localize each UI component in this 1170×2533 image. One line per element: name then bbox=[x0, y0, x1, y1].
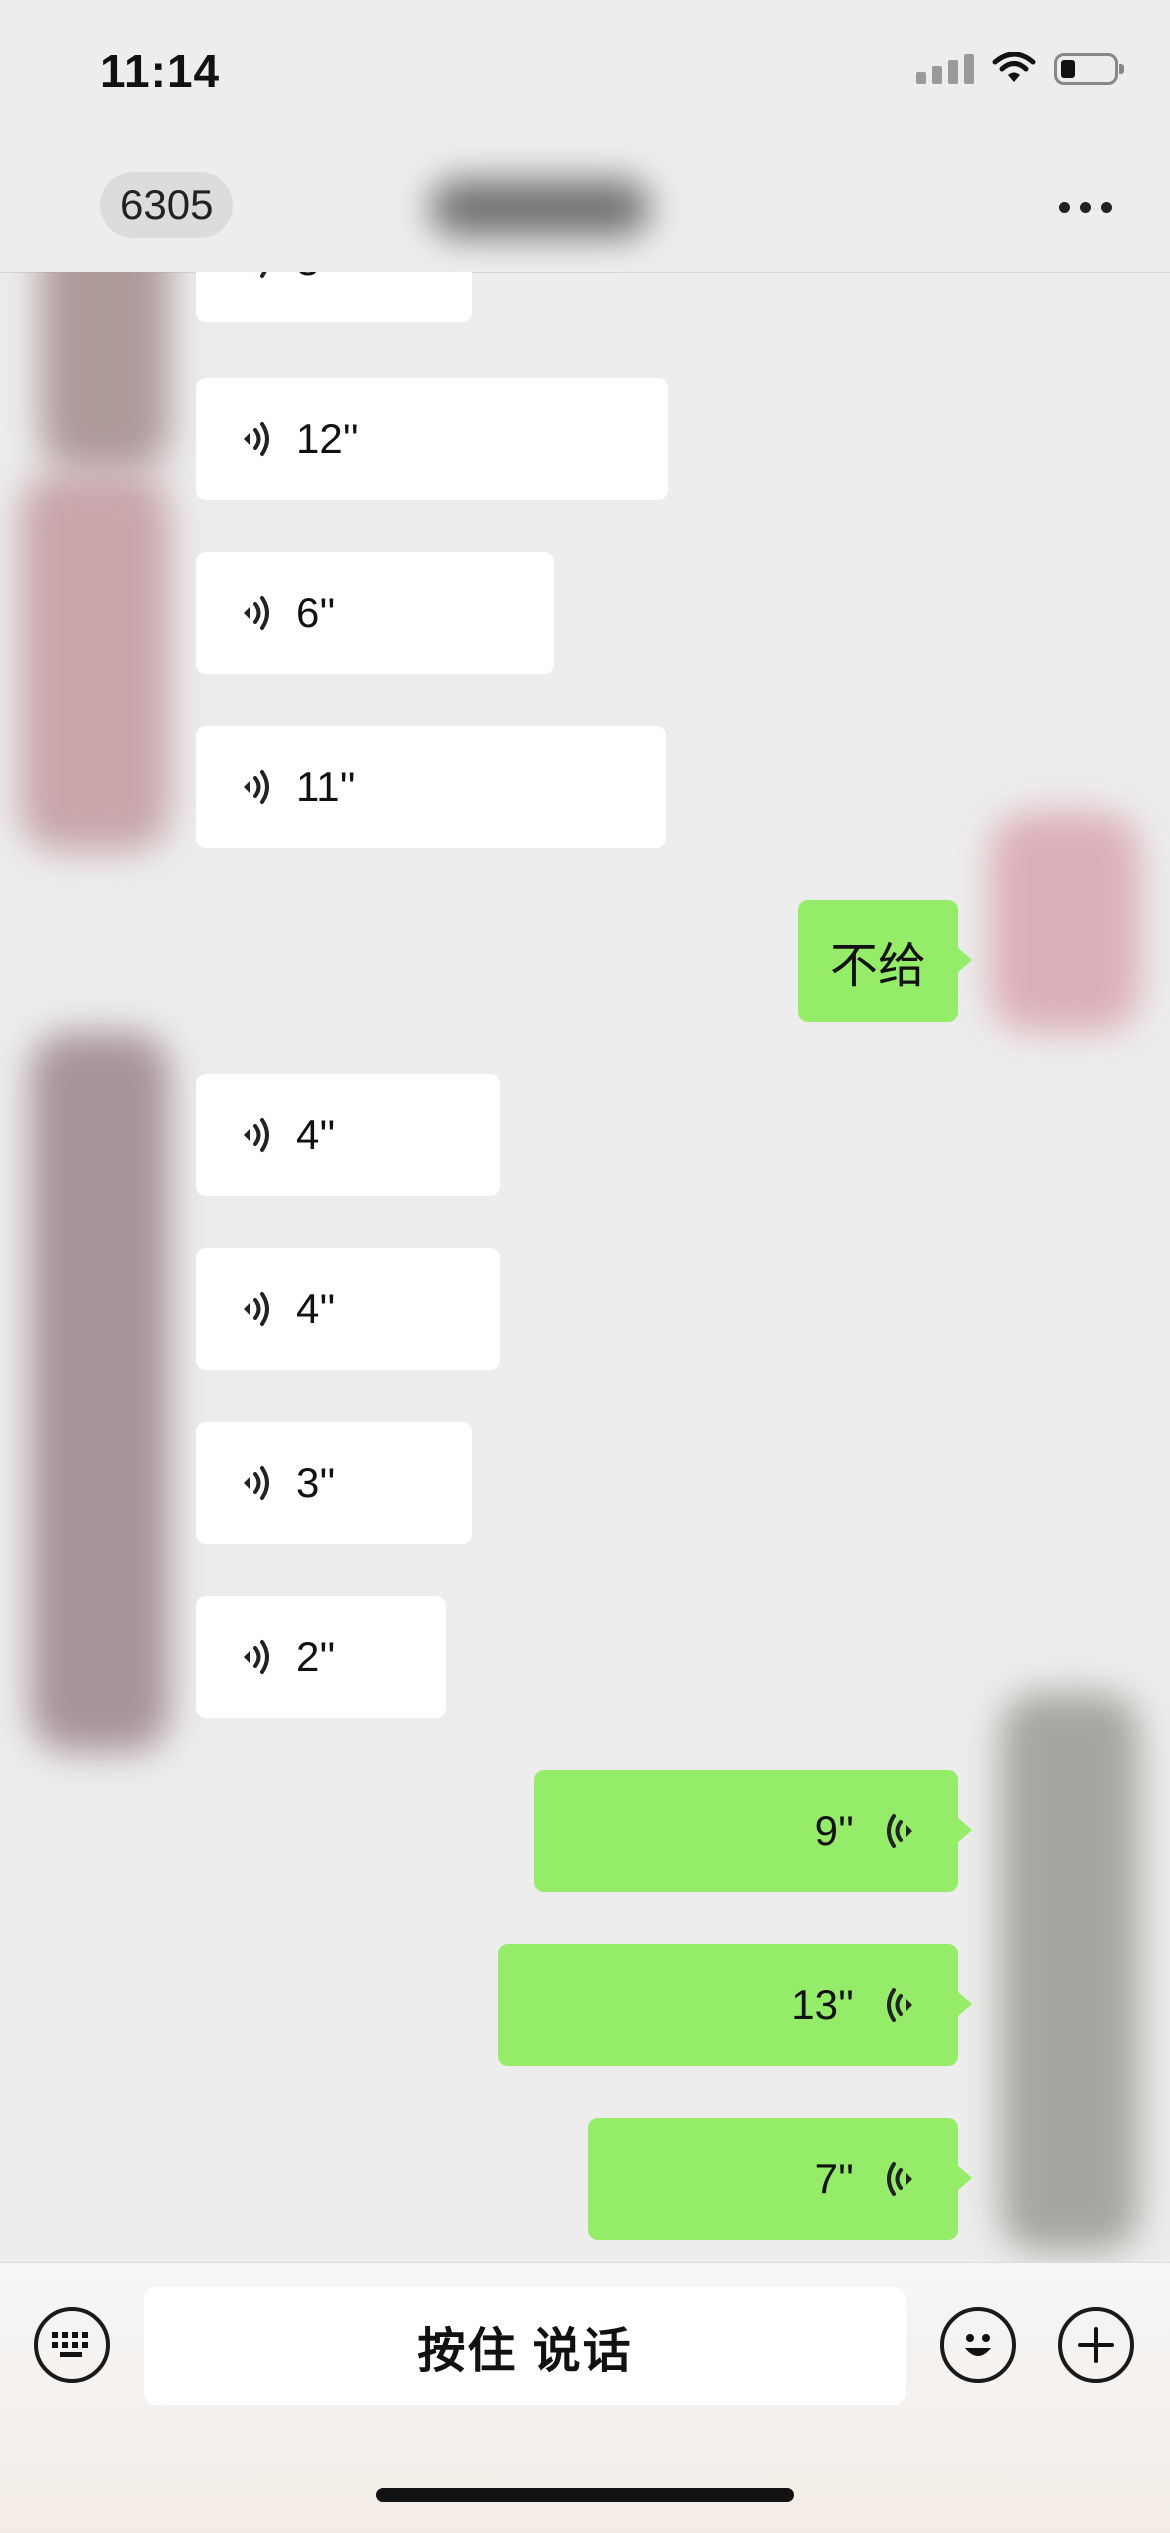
voice-message-incoming[interactable]: 4'' bbox=[196, 1074, 500, 1196]
signal-icon bbox=[916, 54, 974, 84]
contact-name-redacted bbox=[430, 180, 650, 236]
voice-duration: 4'' bbox=[296, 1111, 336, 1158]
voice-message-incoming[interactable]: 11'' bbox=[196, 726, 666, 848]
voice-wave-icon bbox=[260, 272, 267, 278]
avatar bbox=[990, 812, 1140, 1032]
wifi-icon bbox=[992, 52, 1036, 82]
avatar bbox=[20, 472, 170, 852]
voice-duration: 9'' bbox=[814, 1807, 854, 1854]
plus-icon[interactable] bbox=[1058, 2307, 1134, 2383]
voice-message-incoming[interactable]: 2'' bbox=[196, 1596, 446, 1718]
status-icons bbox=[916, 52, 1124, 86]
voice-duration: 11'' bbox=[296, 763, 356, 810]
voice-message-incoming[interactable]: 6'' bbox=[196, 552, 554, 674]
voice-wave-icon bbox=[244, 1118, 269, 1152]
voice-duration: 4'' bbox=[296, 1285, 336, 1332]
emoji-icon[interactable] bbox=[940, 2307, 1016, 2383]
battery-icon bbox=[1054, 53, 1124, 85]
voice-duration: 3'' bbox=[296, 1459, 336, 1506]
voice-message-outgoing[interactable]: 13'' bbox=[498, 1944, 972, 2066]
avatar bbox=[30, 1032, 170, 1752]
hold-to-talk-button[interactable]: 按住 说话 bbox=[144, 2287, 906, 2405]
voice-wave-icon bbox=[244, 1292, 269, 1326]
voice-wave-icon bbox=[244, 422, 269, 456]
voice-wave-icon bbox=[887, 1814, 912, 1848]
voice-duration: 13'' bbox=[791, 1981, 854, 2028]
voice-message-incoming[interactable]: 4'' bbox=[196, 1248, 500, 1370]
voice-message-outgoing[interactable]: 9'' bbox=[534, 1770, 972, 1892]
plus-glyph bbox=[1078, 2327, 1114, 2363]
emoji-glyph bbox=[965, 2334, 991, 2356]
voice-message-incoming[interactable]: 12'' bbox=[196, 378, 668, 500]
keyboard-glyph bbox=[52, 2332, 88, 2357]
avatar bbox=[40, 272, 170, 472]
status-time: 11:14 bbox=[100, 45, 221, 97]
chat-message-list[interactable]: 3'' 12'' 6'' 11'' 不给 bbox=[0, 272, 1170, 2262]
more-icon[interactable] bbox=[1059, 202, 1112, 213]
voice-duration: 7'' bbox=[814, 2155, 854, 2202]
message-text: 不给 bbox=[829, 940, 926, 993]
voice-wave-icon bbox=[244, 596, 269, 630]
voice-wave-icon bbox=[244, 1466, 269, 1500]
voice-wave-icon bbox=[244, 770, 269, 804]
home-indicator[interactable] bbox=[376, 2488, 794, 2502]
text-message-outgoing[interactable]: 不给 bbox=[798, 900, 972, 1022]
voice-duration: 2'' bbox=[296, 1633, 336, 1680]
voice-wave-icon bbox=[887, 1988, 912, 2022]
back-button-badge[interactable]: 6305 bbox=[100, 172, 234, 238]
status-bar: 11:14 bbox=[0, 0, 1170, 140]
voice-message-incoming[interactable]: 3'' bbox=[196, 1422, 472, 1544]
voice-duration: 3'' bbox=[296, 272, 335, 285]
keyboard-icon[interactable] bbox=[34, 2307, 110, 2383]
avatar bbox=[1000, 1692, 1140, 2252]
voice-duration: 12'' bbox=[296, 415, 359, 462]
voice-message-outgoing[interactable]: 7'' bbox=[588, 2118, 972, 2240]
chat-header: 6305 bbox=[0, 140, 1170, 273]
voice-duration: 6'' bbox=[296, 589, 336, 636]
voice-wave-icon bbox=[887, 2162, 912, 2196]
voice-message-incoming[interactable]: 3'' bbox=[196, 272, 472, 322]
voice-wave-icon bbox=[244, 1640, 269, 1674]
